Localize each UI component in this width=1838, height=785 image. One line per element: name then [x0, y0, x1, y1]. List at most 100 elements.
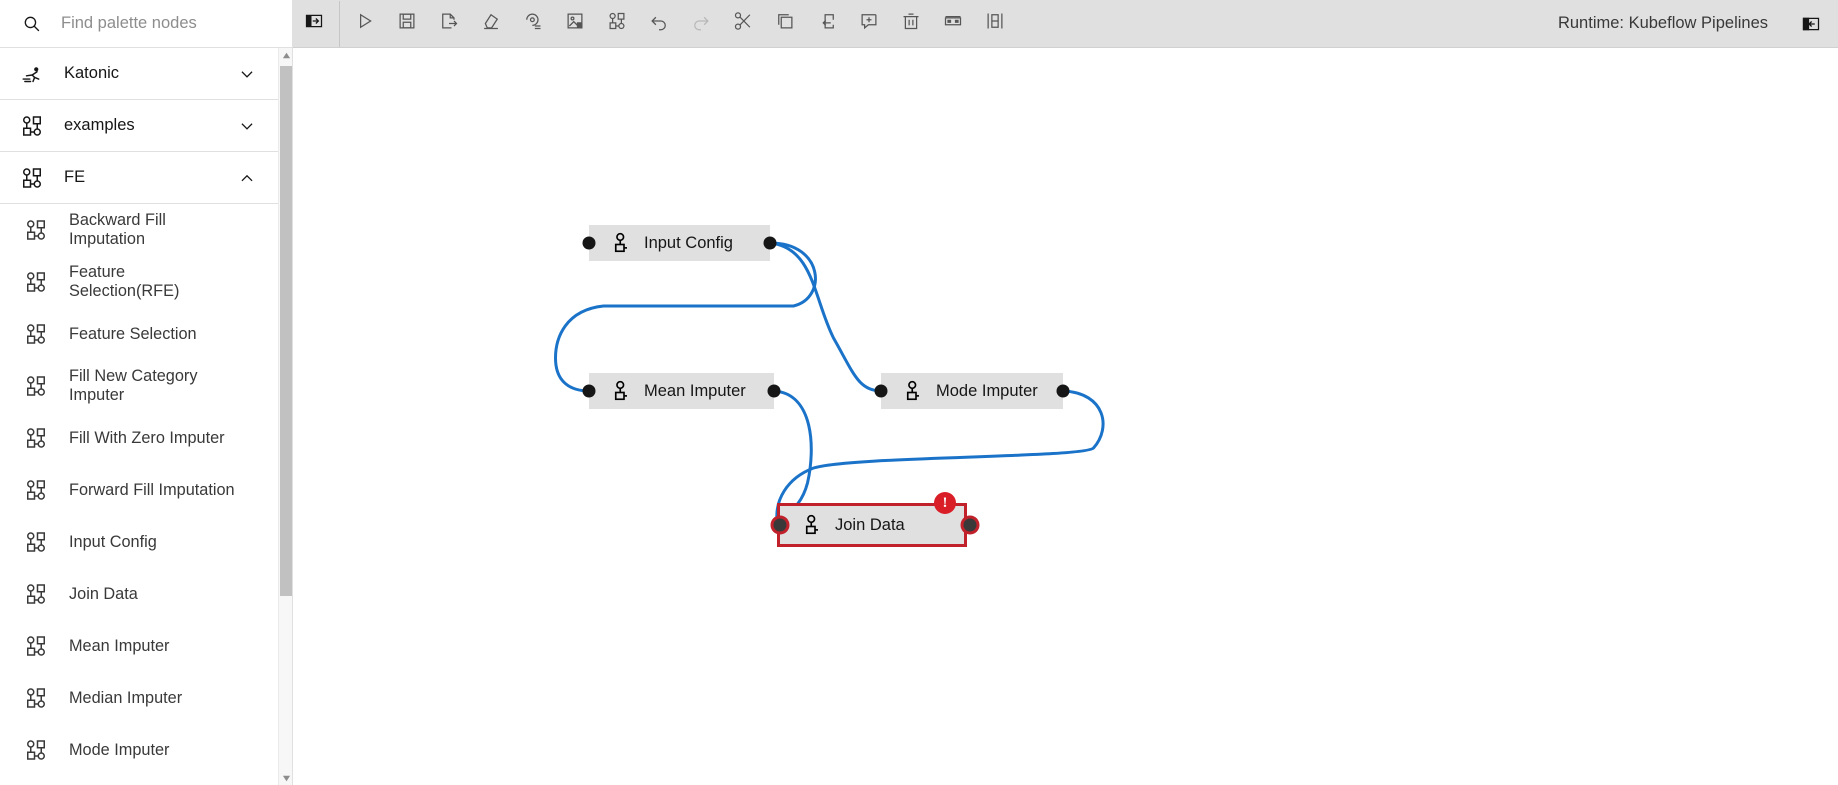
- run-pipeline-button[interactable]: [344, 1, 386, 47]
- save-icon: [397, 11, 417, 36]
- chevron-down-icon[interactable]: [238, 65, 256, 83]
- nodes-icon: [24, 686, 48, 710]
- output-port[interactable]: [767, 384, 781, 398]
- add-comment-button[interactable]: [848, 1, 890, 47]
- nodes-icon: [24, 478, 48, 502]
- export-icon: [439, 11, 459, 36]
- pipeline-editor-app: Runtime: Kubeflow Pipelines Katonic examp…: [0, 0, 1838, 785]
- palette-node-median-imputer[interactable]: Median Imputer: [0, 672, 278, 724]
- palette-node-mode-imputer[interactable]: Mode Imputer: [0, 724, 278, 776]
- palette-category-examples[interactable]: examples: [0, 100, 278, 152]
- search-input[interactable]: [59, 13, 279, 34]
- arrange-horizontally-button[interactable]: [932, 1, 974, 47]
- image-node-icon: [565, 11, 585, 36]
- palette-node-fill-new-category-imputer[interactable]: Fill New Category Imputer: [0, 360, 278, 412]
- paste-button[interactable]: [806, 1, 848, 47]
- palette-category-label: Katonic: [64, 64, 120, 82]
- pipeline-canvas[interactable]: Input Config Mean Imputer Mode Imputer Join…: [293, 48, 1838, 785]
- palette-category-katonic[interactable]: Katonic: [0, 48, 278, 100]
- redo-icon: [691, 11, 711, 36]
- palette-node-input-config[interactable]: Input Config: [0, 516, 278, 568]
- redo-button[interactable]: [680, 1, 722, 47]
- input-port[interactable]: [582, 236, 596, 250]
- toggle-right-panel-button[interactable]: [1790, 1, 1832, 47]
- toolbar-button-group: [293, 0, 1016, 47]
- export-pipeline-button[interactable]: [428, 1, 470, 47]
- graph-node-join-data[interactable]: Join Data!: [773, 492, 977, 547]
- copy-icon: [775, 11, 795, 36]
- palette-list: Katonic examples FE Backward Fill Imputatio…: [0, 48, 278, 785]
- palette-category-fe[interactable]: FE: [0, 152, 278, 204]
- panel-open-icon: [304, 11, 324, 36]
- arrange-vertically-button[interactable]: [974, 1, 1016, 47]
- cut-button[interactable]: [722, 1, 764, 47]
- chevron-up-icon[interactable]: [238, 169, 256, 187]
- palette-node-label: Mean Imputer: [69, 636, 170, 655]
- toolbar-separator: [339, 0, 340, 47]
- pipeline-node-icon: [611, 379, 631, 403]
- copy-button[interactable]: [764, 1, 806, 47]
- palette-node-fill-with-zero-imputer[interactable]: Fill With Zero Imputer: [0, 412, 278, 464]
- runtime-label: Runtime: Kubeflow Pipelines: [1557, 14, 1768, 32]
- nodes-icon: [20, 114, 44, 138]
- graph-node-input-config[interactable]: Input Config: [582, 225, 777, 261]
- arrange-vertical-icon: [985, 11, 1005, 36]
- nodes-icon: [24, 634, 48, 658]
- graph-node-mean-imputer[interactable]: Mean Imputer: [582, 373, 781, 409]
- node-palette: Katonic examples FE Backward Fill Imputatio…: [0, 48, 293, 785]
- toggle-left-panel-button[interactable]: [293, 1, 335, 47]
- input-port[interactable]: [773, 518, 787, 532]
- nodes-icon: [20, 166, 44, 190]
- output-port[interactable]: [1056, 384, 1070, 398]
- palette-category-label: examples: [64, 116, 135, 134]
- palette-scrollbar-thumb[interactable]: [280, 66, 292, 596]
- graph-node-label: Join Data: [835, 515, 905, 534]
- nodes-icon: [24, 218, 48, 242]
- search-icon: [22, 14, 42, 34]
- palette-node-label: Backward Fill Imputation: [69, 211, 166, 248]
- palette-node-mean-imputer[interactable]: Mean Imputer: [0, 620, 278, 672]
- undo-icon: [649, 11, 669, 36]
- connection-layer: [553, 241, 1105, 526]
- open-runtimes-button[interactable]: [554, 1, 596, 47]
- connection-input-config-to-mean-imputer: [553, 241, 817, 393]
- comment-add-icon: [859, 11, 879, 36]
- palette-node-label: Median Imputer: [69, 688, 183, 707]
- palette-node-label: Mode Imputer: [69, 740, 170, 759]
- clear-pipeline-button[interactable]: [470, 1, 512, 47]
- pipeline-node-icon: [903, 379, 923, 403]
- undo-button[interactable]: [638, 1, 680, 47]
- chevron-down-icon[interactable]: [238, 117, 256, 135]
- triangle-up-icon[interactable]: [279, 48, 292, 62]
- save-pipeline-button[interactable]: [386, 1, 428, 47]
- eraser-icon: [481, 11, 501, 36]
- graph-node-label: Mode Imputer: [936, 381, 1038, 400]
- output-port[interactable]: [763, 236, 777, 250]
- pipeline-node-icon: [802, 513, 822, 537]
- palette-node-label: Feature Selection(RFE): [69, 263, 180, 300]
- input-port[interactable]: [874, 384, 888, 398]
- graph-node-mode-imputer[interactable]: Mode Imputer: [874, 373, 1070, 409]
- delete-button[interactable]: [890, 1, 932, 47]
- node-error-badge[interactable]: !: [934, 492, 956, 514]
- trash-icon: [901, 11, 921, 36]
- palette-node-label: Join Data: [69, 584, 138, 603]
- pipeline-node-icon: [611, 231, 631, 255]
- triangle-down-icon[interactable]: [279, 771, 292, 785]
- palette-node-label: Input Config: [69, 532, 157, 551]
- palette-scrollbar[interactable]: [278, 48, 292, 785]
- play-icon: [355, 11, 375, 36]
- nodes-icon: [24, 270, 48, 294]
- palette-node-feature-selection-rfe[interactable]: Feature Selection(RFE): [0, 256, 278, 308]
- connection-input-config-to-mode-imputer: [770, 241, 882, 393]
- palette-node-backward-fill-imputation[interactable]: Backward Fill Imputation: [0, 204, 278, 256]
- palette-node-feature-selection[interactable]: Feature Selection: [0, 308, 278, 360]
- palette-node-forward-fill-imputation[interactable]: Forward Fill Imputation: [0, 464, 278, 516]
- pipeline-properties-button[interactable]: [512, 1, 554, 47]
- input-port[interactable]: [582, 384, 596, 398]
- palette-node-join-data[interactable]: Join Data: [0, 568, 278, 620]
- open-palette-button[interactable]: [596, 1, 638, 47]
- palette-category-label: FE: [64, 168, 86, 186]
- palette-search-box[interactable]: [0, 0, 293, 48]
- output-port[interactable]: [963, 518, 977, 532]
